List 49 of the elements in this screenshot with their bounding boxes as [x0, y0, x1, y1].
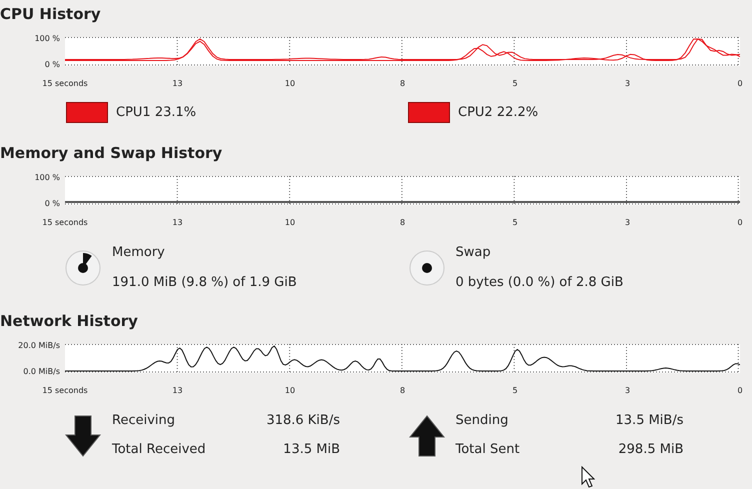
x-axis-label: 10 [284, 218, 296, 228]
stat-label: Sending [456, 413, 510, 429]
up-arrow-icon [408, 414, 444, 456]
y-axis-label: 100 % [34, 173, 60, 182]
stat-label: Total Sent [456, 442, 521, 458]
x-axis-label: 8 [400, 386, 406, 396]
usage-pie-icon [408, 250, 444, 286]
x-axis-label: 15 seconds [42, 218, 88, 228]
x-axis-label: 0 [737, 386, 743, 396]
stat-value: 13.5 MiB/s [614, 413, 684, 429]
section-title: Memory and Swap History [0, 143, 222, 163]
x-axis-label: 5 [512, 386, 518, 396]
section-title: Network History [0, 311, 138, 331]
usage-pie-icon [65, 250, 101, 286]
section-title: CPU History [0, 4, 101, 24]
x-axis-label: 5 [512, 79, 518, 89]
x-axis-label: 13 [172, 386, 183, 396]
meter-detail: 191.0 MiB (9.8 %) of 1.9 GiB [112, 275, 297, 291]
meter-name: Swap [456, 245, 492, 261]
x-axis-label: 3 [624, 386, 630, 396]
meter-detail: 0 bytes (0.0 %) of 2.8 GiB [456, 275, 624, 291]
legend-label: CPU2 22.2% [458, 104, 538, 120]
x-axis-label: 5 [512, 218, 518, 228]
x-axis-label: 0 [737, 218, 743, 228]
y-axis-label: 20.0 MiB/s [18, 341, 60, 350]
x-axis-label: 3 [624, 218, 630, 228]
x-axis-label: 13 [172, 79, 183, 89]
stat-value: 318.6 KiB/s [265, 413, 340, 429]
x-axis-label: 10 [284, 79, 296, 89]
stat-value: 13.5 MiB [282, 442, 340, 458]
y-axis-label: 100 % [34, 34, 60, 43]
x-axis-label: 8 [400, 79, 406, 89]
x-axis-label: 13 [172, 218, 183, 228]
y-axis-label: 0 % [44, 60, 60, 69]
down-arrow-icon [65, 414, 101, 456]
y-axis-label: 0 % [44, 199, 60, 208]
meter-name: Memory [112, 245, 166, 261]
y-axis-label: 0.0 MiB/s [23, 367, 60, 376]
x-axis-label: 3 [624, 79, 630, 89]
x-axis-label: 8 [400, 218, 406, 228]
stat-value: 298.5 MiB [617, 442, 684, 458]
x-axis-label: 10 [284, 386, 296, 396]
stat-label: Total Received [112, 442, 207, 458]
legend-label: CPU1 23.1% [116, 104, 196, 120]
mouse-pointer-icon [581, 466, 595, 488]
x-axis-label: 15 seconds [42, 386, 88, 396]
x-axis-label: 0 [737, 79, 743, 89]
x-axis-label: 15 seconds [42, 79, 88, 89]
stat-label: Receiving [112, 413, 176, 429]
